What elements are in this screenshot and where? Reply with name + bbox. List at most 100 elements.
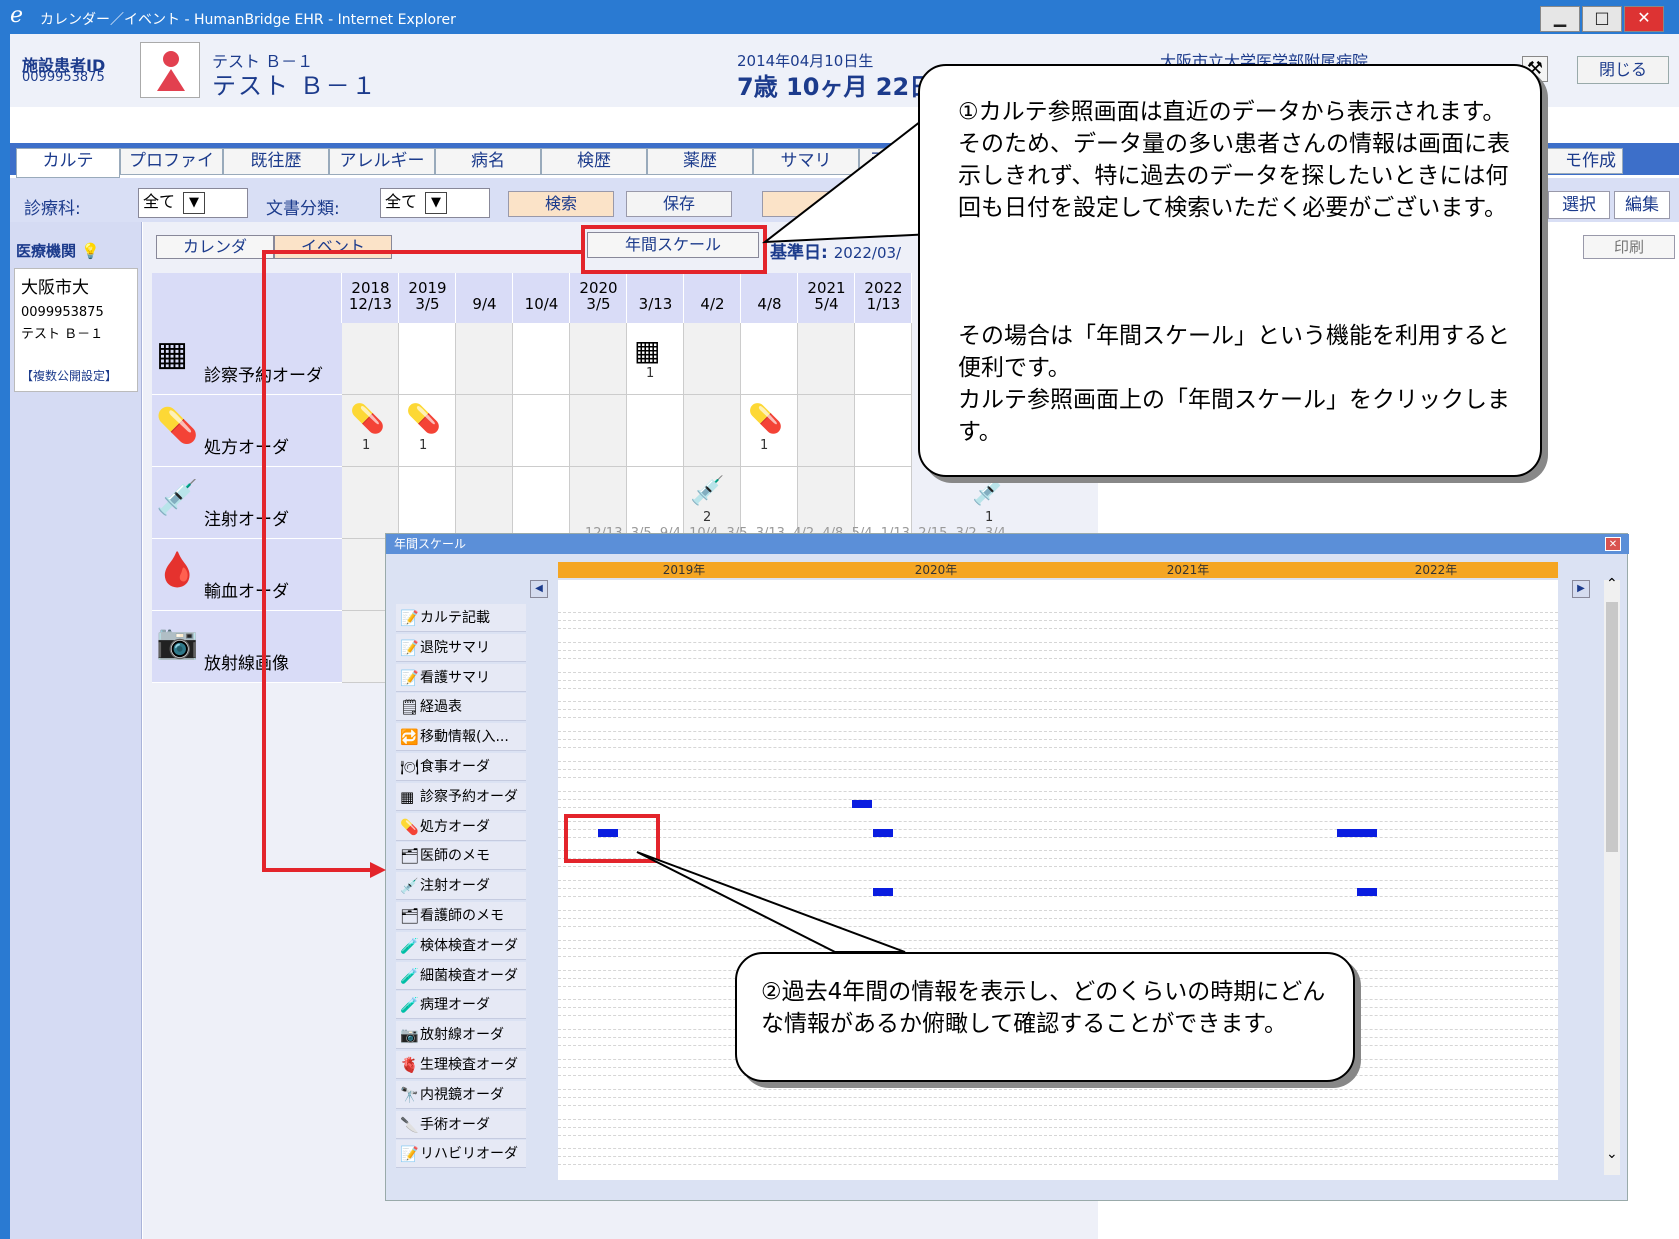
date-year: 2021 (807, 279, 846, 297)
tab-profile[interactable]: プロファイル (120, 148, 223, 196)
category-row[interactable]: 🧪 検体検査オーダ (396, 931, 526, 960)
category-row[interactable]: 📝 退院サマリ (396, 633, 526, 662)
event-bar[interactable] (1337, 829, 1377, 837)
grid-cell[interactable] (855, 395, 912, 467)
grid-cell[interactable] (513, 395, 570, 467)
tab-lab-history[interactable]: 検歴 (541, 148, 647, 175)
tab-disease[interactable]: 病名 (435, 148, 541, 175)
category-row[interactable]: 🔪 手術オーダ (396, 1110, 526, 1139)
category-row[interactable]: 🫀 生理検査オーダ (396, 1051, 526, 1079)
minimize-button[interactable]: ▁ (1540, 6, 1580, 32)
category-label: 看護サマリ (420, 669, 490, 686)
grid-cell[interactable] (513, 467, 570, 539)
grid-cell[interactable] (855, 323, 912, 395)
category-row[interactable]: ▦ 診察予約オーダ (396, 782, 526, 811)
plot-gridline (558, 1088, 1558, 1090)
category-row[interactable]: 💉 注射オーダ (396, 872, 526, 901)
callout-one-text-c: カルテ参照画面上の「年間スケール」をクリックします。 (958, 387, 1510, 445)
syringe-icon[interactable]: 💉 (972, 476, 1007, 506)
plot-gridline (558, 1096, 1558, 1098)
tab-allergy[interactable]: アレルギー (329, 148, 435, 175)
category-row[interactable]: 💊 処方オーダ (396, 812, 526, 841)
close-button[interactable]: 閉じる (1577, 56, 1669, 84)
chevron-up-icon[interactable]: ⌃ (1606, 576, 1618, 592)
event-bar[interactable] (852, 800, 872, 808)
edit-button[interactable]: 編集 (1614, 191, 1670, 219)
category-row[interactable]: 🔁 移動情報(入... (396, 723, 526, 752)
base-date-value[interactable]: 2022/03/ (834, 244, 901, 262)
window-close-button[interactable]: ✕ (1624, 6, 1664, 32)
event-bar[interactable] (598, 829, 618, 837)
scroll-left-icon[interactable]: ◀ (530, 580, 548, 598)
chevron-down-icon[interactable]: ▼ (183, 192, 205, 214)
tab-karte[interactable]: カルテ (16, 148, 120, 178)
grid-cell[interactable] (798, 323, 855, 395)
chevron-down-icon[interactable]: ⌄ (1606, 1146, 1618, 1162)
grid-cell[interactable] (684, 395, 741, 467)
tab-summary[interactable]: サマリ (753, 148, 859, 175)
grid-cell[interactable] (798, 395, 855, 467)
memo-create-button[interactable]: モ作成 (1537, 148, 1623, 174)
year-2022: 2022年 (1314, 562, 1558, 578)
grid-cell[interactable] (684, 323, 741, 395)
category-row[interactable]: 🗂 医師のメモ (396, 842, 526, 871)
vertical-scrollbar[interactable] (1604, 580, 1620, 1175)
grid-cell[interactable] (456, 323, 513, 395)
grid-cell[interactable] (741, 323, 798, 395)
scroll-right-icon[interactable]: ▶ (1572, 580, 1590, 598)
dept-select[interactable]: 全て ▼ (138, 188, 248, 218)
calendar-board-icon[interactable]: ▦ (634, 336, 660, 366)
share-button[interactable]: 共 (762, 191, 892, 217)
date-day: 3/13 (638, 295, 673, 313)
pill-icon[interactable]: 💊 (406, 404, 441, 434)
grid-cell[interactable] (342, 467, 399, 539)
category-row[interactable]: 📷 放射線オーダ (396, 1021, 526, 1050)
category-row[interactable]: 🗂 看護師のメモ (396, 902, 526, 930)
chevron-down-icon[interactable]: ▼ (425, 192, 447, 214)
category-label: 経過表 (420, 699, 462, 716)
tab-drug-history[interactable]: 薬歴 (647, 148, 753, 175)
institution-card[interactable]: 大阪市大 0099953875 テスト Ｂ－１ 【複数公開設定】 (14, 268, 138, 392)
event-bar[interactable] (873, 888, 893, 896)
save-button[interactable]: 保存 (626, 191, 732, 217)
grid-cell[interactable] (456, 395, 513, 467)
category-label: 診察予約オーダ (420, 788, 518, 805)
category-row[interactable]: 📝 カルテ記載 (396, 604, 526, 632)
close-icon[interactable]: ✕ (1605, 537, 1621, 551)
grid-cell[interactable] (513, 323, 570, 395)
grid-cell[interactable] (399, 467, 456, 539)
grid-cell[interactable] (456, 467, 513, 539)
maximize-button[interactable]: □ (1582, 6, 1622, 32)
category-row[interactable]: 🔭 内視鏡オーダ (396, 1080, 526, 1109)
grid-cell[interactable] (627, 395, 684, 467)
pill-icon[interactable]: 💊 (350, 404, 385, 434)
institution-name: 大阪市大 (21, 278, 89, 298)
search-button[interactable]: 検索 (508, 191, 614, 217)
category-row[interactable]: 📝 リハビリオーダ (396, 1140, 526, 1169)
calendar-tab-button[interactable]: カレンダ (156, 235, 274, 259)
print-button[interactable]: 印刷 (1583, 235, 1675, 259)
category-row[interactable]: 📝 看護サマリ (396, 663, 526, 692)
event-bar[interactable] (1357, 888, 1377, 896)
grid-cell[interactable] (570, 323, 627, 395)
multi-publish-link[interactable]: 【複数公開設定】 (21, 367, 117, 384)
doc-class-value: 全て (385, 192, 418, 211)
doc-class-select[interactable]: 全て ▼ (380, 188, 490, 218)
row-label: 処方オーダ (204, 438, 289, 458)
category-row[interactable]: 🧪 細菌検査オーダ (396, 961, 526, 990)
pill-icon[interactable]: 💊 (748, 404, 783, 434)
grid-cell[interactable] (342, 323, 399, 395)
category-row[interactable]: 🍽 食事オーダ (396, 753, 526, 781)
category-row[interactable]: 🗒 経過表 (396, 693, 526, 722)
grid-cell[interactable] (399, 323, 456, 395)
grid-cell[interactable] (570, 395, 627, 467)
event-tab-button[interactable]: イベント (274, 235, 392, 259)
tab-history[interactable]: 既往歴 (223, 148, 329, 175)
tab-image[interactable]: 画 (859, 148, 899, 175)
scrollbar-thumb[interactable] (1606, 602, 1618, 852)
syringe-icon[interactable]: 💉 (690, 476, 725, 506)
event-bar[interactable] (873, 829, 893, 837)
category-row[interactable]: 🧪 病理オーダ (396, 991, 526, 1020)
select-button[interactable]: 選択 (1548, 191, 1610, 219)
year-scale-button[interactable]: 年間スケール (587, 232, 759, 258)
